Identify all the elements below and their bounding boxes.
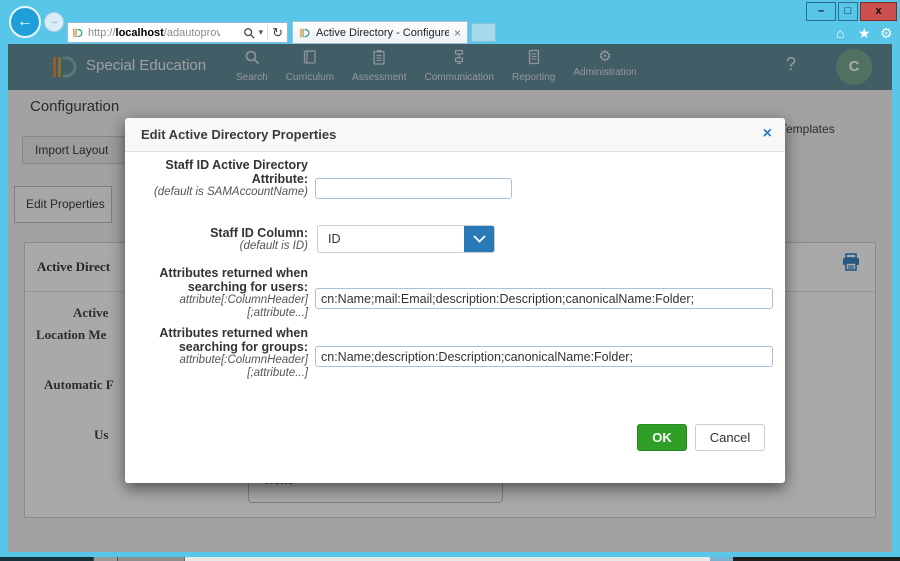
browser-tab[interactable]: Active Directory - Configure × (292, 21, 468, 44)
dialog-title: Edit Active Directory Properties (141, 127, 336, 142)
chevron-down-icon[interactable]: ▾ (259, 27, 264, 38)
dialog-header: Edit Active Directory Properties × (125, 118, 785, 152)
back-button[interactable]: ← (9, 6, 41, 38)
minimize-button[interactable]: – (806, 2, 836, 21)
tab-favicon-p-logo-icon (299, 27, 311, 39)
ok-button[interactable]: OK (637, 424, 687, 451)
taskbar-segment (710, 557, 733, 561)
tab-title: Active Directory - Configure (316, 27, 449, 39)
selected-value: ID (328, 232, 341, 246)
new-tab-button[interactable] (471, 23, 496, 42)
edit-active-directory-dialog: Edit Active Directory Properties × Staff… (125, 118, 785, 483)
taskbar[interactable] (0, 557, 900, 561)
url-text: http://localhost/adautoprovision.asp (88, 27, 220, 39)
taskbar-segment (93, 557, 117, 561)
favorites-star-icon[interactable]: ★ (858, 26, 871, 40)
refresh-icon[interactable]: ↻ (272, 26, 283, 39)
tab-close-icon[interactable]: × (454, 26, 461, 40)
favicon-p-logo-icon (72, 27, 84, 39)
close-window-button[interactable]: x (860, 2, 897, 21)
cancel-button[interactable]: Cancel (695, 424, 765, 451)
close-icon: x (875, 5, 881, 17)
staff-id-column-select[interactable]: ID (317, 225, 495, 253)
taskbar-segment (0, 557, 93, 561)
page-viewport: Special Education Search Curriculum Asse… (8, 44, 892, 552)
groups-attributes-input[interactable] (315, 346, 773, 367)
chevron-down-icon[interactable] (464, 226, 494, 252)
forward-icon: → (49, 15, 60, 27)
users-attributes-input[interactable] (315, 288, 773, 309)
minimize-icon: – (818, 5, 824, 17)
settings-gear-icon[interactable]: ⚙ (880, 26, 893, 40)
maximize-button[interactable]: □ (838, 2, 858, 21)
groups-attributes-label: Attributes returned when searching for g… (133, 326, 308, 380)
maximize-icon: □ (845, 5, 852, 17)
staff-id-attribute-label: Staff ID Active Directory Attribute: (de… (133, 158, 308, 199)
staff-id-column-label: Staff ID Column: (default is ID) (133, 226, 308, 253)
staff-id-attribute-input[interactable] (315, 178, 512, 199)
divider (267, 25, 268, 40)
forward-button[interactable]: → (44, 12, 64, 32)
dialog-close-icon[interactable]: × (763, 125, 772, 143)
browser-chrome: ← → http://localhost/adautoprovision.asp… (0, 0, 900, 44)
address-bar[interactable]: http://localhost/adautoprovision.asp ▾ ↻ (67, 22, 288, 43)
home-icon[interactable]: ⌂ (836, 26, 844, 40)
taskbar-segment (117, 557, 184, 561)
search-icon[interactable] (243, 27, 255, 39)
users-attributes-label: Attributes returned when searching for u… (133, 266, 308, 320)
browser-window: ← → http://localhost/adautoprovision.asp… (0, 0, 900, 561)
taskbar-segment (733, 557, 900, 561)
back-icon: ← (17, 13, 33, 30)
taskbar-segment (184, 557, 710, 561)
